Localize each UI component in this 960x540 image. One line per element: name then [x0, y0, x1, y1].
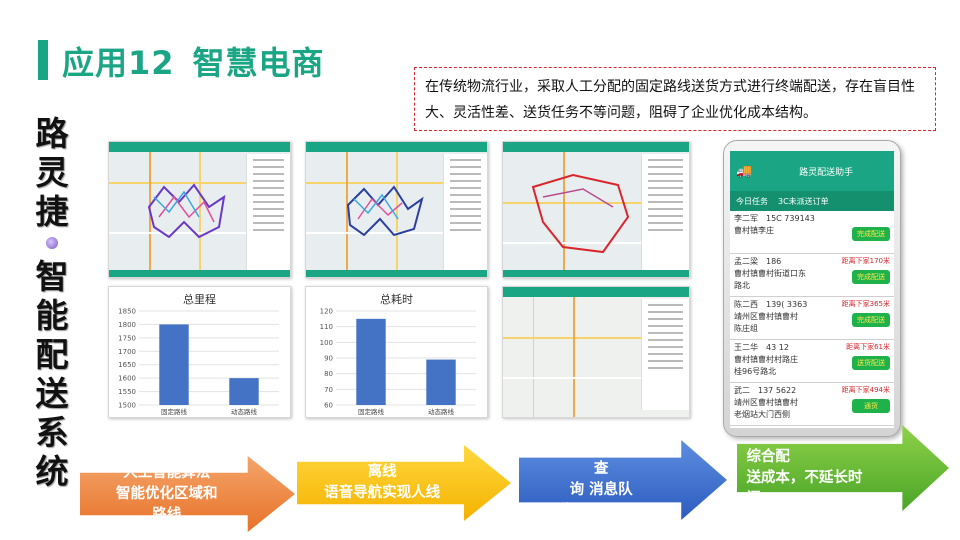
- task-action-button[interactable]: 完成配送: [852, 270, 890, 284]
- arrow-line: 人工智能算法: [123, 464, 211, 481]
- task-item[interactable]: 距离下家189米: [730, 426, 894, 428]
- phone-app-mockup: 🚚 路灵配送助手 今日任务 3C未派送订单 李二军 15C 739143 曹村镇李庄…: [723, 140, 901, 437]
- task-list: 李二军 15C 739143 曹村镇李庄 完成配送 距离下家170米 孟二梁 186 曹村镇曹…: [730, 211, 894, 428]
- system-char: 配: [35, 335, 69, 374]
- pending-orders-info: 3C未派送订单: [778, 196, 829, 206]
- arrow-line: 配送实时监控 微信查: [540, 440, 662, 477]
- y-tick-label: 60: [324, 402, 333, 410]
- task-distance: 距离下家494米: [841, 386, 890, 394]
- y-tick-label: 110: [320, 323, 333, 331]
- arrow-line: 语音导航实现人线分离: [324, 485, 441, 522]
- y-tick-label: 1550: [118, 388, 136, 396]
- product-char: 灵: [35, 153, 69, 192]
- app-subheader: 今日任务 3C未派送订单: [730, 191, 894, 211]
- y-tick-label: 1650: [118, 361, 136, 369]
- task-phone: 186: [766, 257, 782, 266]
- task-item[interactable]: 距离下家494米 武二 137 5622 靖州区曹村镇曹村 老烟站大门西侧 通货: [730, 383, 894, 426]
- task-item[interactable]: 距离下家61米 王二华 43 12 曹村镇曹村村路庄 桂96号路北 送货配送: [730, 340, 894, 383]
- task-item[interactable]: 李二军 15C 739143 曹村镇李庄 完成配送: [730, 211, 894, 254]
- route-overlay: [531, 173, 630, 254]
- y-tick-label: 70: [324, 386, 333, 394]
- arrow-line: 询 消息队列,OBD,APP: [554, 482, 648, 519]
- x-tick-label: 固定路线: [358, 407, 385, 416]
- feature-arrow-realtime-monitoring: 配送实时监控 微信查询 消息队列,OBD,APP: [519, 440, 727, 520]
- arrow-line: 无名道路自动学习 离线: [324, 443, 441, 480]
- y-tick-label: 120: [320, 308, 333, 316]
- task-action-button[interactable]: 完成配送: [852, 227, 890, 241]
- y-tick-label: 1800: [118, 321, 136, 329]
- task-contact-line: 李二军 15C 739143: [734, 213, 890, 225]
- task-action-button[interactable]: 完成配送: [852, 313, 890, 327]
- system-char: 能: [35, 296, 69, 335]
- problem-description: 在传统物流行业，采取人工分配的固定路线送货方式进行终端配送，存在盲目性大、灵活性…: [414, 67, 936, 131]
- vertical-product-name: 路 灵 捷 智 能 配 送 系 统: [30, 114, 74, 491]
- system-char: 送: [35, 374, 69, 413]
- bar: [159, 324, 189, 405]
- task-item[interactable]: 距离下家365米 陈二西 139( 3363 靖州区曹村镇曹村 陈庄组 完成配送: [730, 297, 894, 340]
- title-accent-bar: [38, 40, 48, 80]
- map-screenshot-fixed-routes: [108, 141, 291, 278]
- task-name: 王二华: [734, 343, 758, 352]
- bar: [229, 378, 259, 405]
- product-char: 捷: [35, 192, 69, 231]
- y-tick-label: 100: [320, 339, 333, 347]
- task-action-button[interactable]: 通货: [852, 399, 890, 413]
- tab-today-tasks[interactable]: 今日任务: [736, 196, 768, 207]
- task-item[interactable]: 距离下家170米 孟二梁 186 曹村镇曹村街道口东 路北 完成配送: [730, 254, 894, 297]
- task-action-button[interactable]: 送货配送: [852, 356, 890, 370]
- page-title: 应用12 智慧电商: [62, 38, 325, 84]
- task-name: 陈二西: [734, 300, 758, 309]
- task-phone: 137 5622: [758, 386, 797, 395]
- system-char: 统: [35, 452, 69, 491]
- task-name: 李二军: [734, 214, 758, 223]
- system-char: 智: [35, 257, 69, 296]
- chart-total-distance: 总里程 1500 1550 1600 1650 1700 1750 1800 1850 固定路线…: [108, 286, 291, 418]
- y-tick-label: 1850: [118, 308, 136, 316]
- title-number: 应用12: [62, 44, 175, 82]
- task-distance: 距离下家61米: [846, 343, 890, 351]
- task-distance: 距离下家170米: [841, 257, 890, 265]
- task-name: 孟二梁: [734, 257, 758, 266]
- arrow-line: 送成本，不延长时间: [746, 470, 863, 507]
- y-tick-label: 1500: [118, 402, 136, 410]
- chart-total-time: 总耗时 60 70 80 90 100 110 120 固定路线 动态路线: [305, 286, 488, 418]
- map-screenshot-route-tracking: [502, 141, 690, 278]
- app-title: 路灵配送助手: [799, 167, 854, 178]
- chart-plot: 1500 1550 1600 1650 1700 1750 1800 1850 固定路线 动态路线: [118, 308, 279, 416]
- y-tick-label: 90: [324, 355, 333, 363]
- route-overlay: [147, 183, 226, 239]
- y-tick-label: 1600: [118, 375, 136, 383]
- task-distance: 距离下家365米: [841, 300, 890, 308]
- task-phone: 139( 3363: [766, 300, 808, 309]
- bar: [426, 359, 456, 405]
- x-tick-label: 动态路线: [231, 407, 258, 416]
- system-char: 系: [35, 413, 69, 452]
- truck-icon: 🚚: [736, 163, 753, 179]
- phone-screen: 🚚 路灵配送助手 今日任务 3C未派送订单 李二军 15C 739143 曹村镇李庄…: [730, 151, 894, 428]
- y-tick-label: 1750: [118, 334, 136, 342]
- map-screenshot-dynamic-routes: [305, 141, 488, 278]
- arrow-line: 智能优化区域和路线: [116, 485, 218, 523]
- x-tick-label: 固定路线: [161, 407, 188, 416]
- task-phone: 15C 739143: [766, 214, 815, 223]
- product-char: 路: [35, 114, 69, 153]
- x-tick-label: 动态路线: [428, 407, 455, 416]
- y-tick-label: 80: [324, 370, 333, 378]
- map-screenshot-realtime-monitor: [502, 286, 690, 418]
- feature-arrow-cost-saving: 节省10%以上的综合配送成本，不延长时间: [737, 425, 949, 511]
- separator-dot-icon: [46, 237, 58, 249]
- app-header: 🚚 路灵配送助手: [730, 151, 894, 191]
- title-text: 智慧电商: [192, 44, 325, 82]
- chart-plot: 60 70 80 90 100 110 120 固定路线 动态路线: [320, 308, 476, 416]
- task-phone: 43 12: [766, 343, 789, 352]
- task-name: 武二: [734, 386, 750, 395]
- y-tick-label: 1700: [118, 348, 136, 356]
- bar: [356, 318, 386, 405]
- route-overlay: [346, 185, 424, 237]
- feature-arrow-ai-algorithm: 人工智能算法智能优化区域和路线: [80, 456, 295, 532]
- feature-arrow-offline-navigation: 无名道路自动学习 离线 语音导航实现人线分离: [297, 445, 511, 521]
